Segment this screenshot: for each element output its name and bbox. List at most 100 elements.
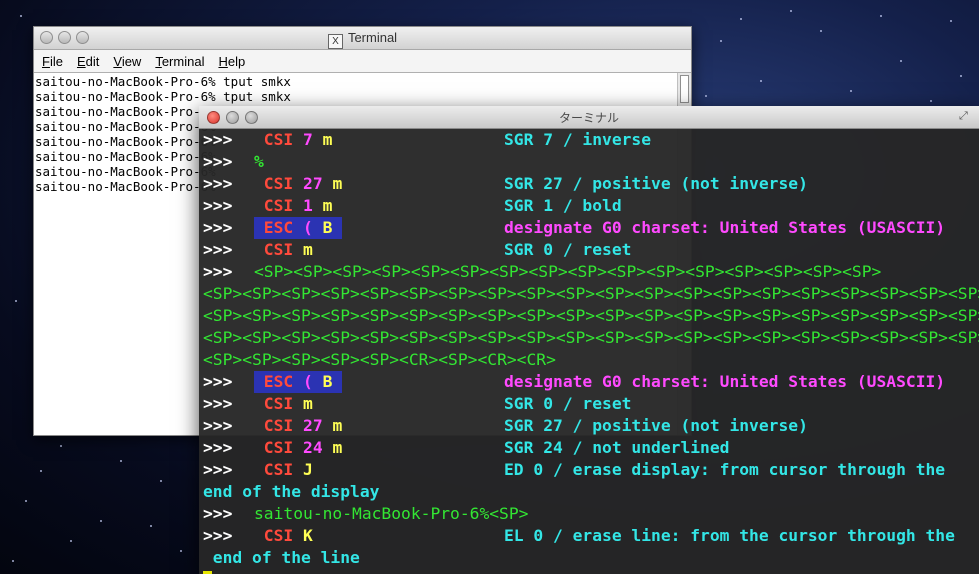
mac-terminal-window[interactable]: ターミナル ⤢ >>> CSI 7 m SGR 7 / inverse >>>% >… bbox=[199, 106, 979, 574]
prompt: >>> bbox=[203, 504, 233, 523]
terminal-line: >>> CSI 7 m SGR 7 / inverse bbox=[203, 129, 979, 151]
star bbox=[25, 500, 27, 502]
sequence-type: ESC bbox=[254, 372, 304, 391]
sequence-param: ( bbox=[303, 218, 323, 237]
star bbox=[40, 470, 42, 472]
terminal-line: >>> CSI K EL 0 / erase line: from the cu… bbox=[203, 525, 979, 547]
space-sequence: <SP><SP><SP><SP><SP><SP><SP><SP><SP><SP>… bbox=[203, 328, 979, 347]
prompt: >>> bbox=[203, 460, 233, 479]
sequence-type: CSI bbox=[254, 394, 304, 413]
sequence-description: SGR 27 / positive (not inverse) bbox=[504, 416, 808, 435]
prompt: >>> bbox=[203, 218, 233, 237]
menu-terminal[interactable]: Terminal bbox=[155, 54, 204, 69]
control-sequence: CSI 24 m bbox=[254, 437, 352, 459]
x11-icon: X bbox=[327, 34, 343, 49]
description-continued: end of the line bbox=[203, 548, 360, 567]
sequence-final: J bbox=[303, 460, 323, 479]
star bbox=[900, 60, 902, 62]
terminal-line: <SP><SP><SP><SP><SP><SP><SP><SP><SP><SP>… bbox=[203, 305, 979, 327]
star bbox=[880, 15, 882, 17]
sequence-description: SGR 1 / bold bbox=[504, 196, 622, 215]
sequence-param: 27 bbox=[303, 416, 333, 435]
star bbox=[160, 480, 162, 482]
menu-view[interactable]: View bbox=[113, 54, 141, 69]
star bbox=[15, 300, 17, 302]
terminal-line: >>> CSI m SGR 0 / reset bbox=[203, 393, 979, 415]
mac-titlebar[interactable]: ターミナル ⤢ bbox=[199, 106, 979, 129]
fullscreen-icon[interactable]: ⤢ bbox=[959, 110, 971, 122]
window-title-text: Terminal bbox=[347, 30, 398, 45]
menu-file[interactable]: File bbox=[42, 54, 63, 69]
prompt: >>> bbox=[203, 394, 233, 413]
sequence-description: SGR 0 / reset bbox=[504, 240, 632, 259]
star bbox=[70, 540, 72, 542]
sequence-param: 7 bbox=[303, 130, 323, 149]
sequence-final: m bbox=[332, 174, 353, 193]
sequence-type: ESC bbox=[254, 218, 304, 237]
menu-edit[interactable]: Edit bbox=[77, 54, 99, 69]
terminal-line: >>> ESC ( B designate G0 charset: United… bbox=[203, 371, 979, 393]
star bbox=[720, 40, 722, 42]
sequence-final: m bbox=[322, 130, 343, 149]
terminal-line: <SP><SP><SP><SP><SP><CR><SP><CR><CR> bbox=[203, 349, 979, 371]
sequence-param: 1 bbox=[303, 196, 323, 215]
xterm-menubar: File Edit View Terminal Help bbox=[34, 50, 691, 73]
sequence-description: EL 0 / erase line: from the cursor throu… bbox=[504, 526, 955, 545]
mac-terminal-output[interactable]: >>> CSI 7 m SGR 7 / inverse >>>% >>> CSI 2… bbox=[203, 129, 979, 574]
scrollbar-thumb[interactable] bbox=[680, 75, 689, 103]
prompt: >>> bbox=[203, 240, 233, 259]
prompt: >>> bbox=[203, 196, 233, 215]
sequence-type: CSI bbox=[254, 196, 304, 215]
space-sequence: <SP><SP><SP><SP><SP><SP><SP><SP><SP><SP>… bbox=[203, 284, 979, 303]
star bbox=[120, 460, 122, 462]
sequence-final: m bbox=[332, 416, 353, 435]
window-title: ターミナル bbox=[558, 111, 619, 125]
sequence-final: B bbox=[322, 218, 343, 237]
terminal-line: >>> CSI 27 m SGR 27 / positive (not inve… bbox=[203, 415, 979, 437]
sequence-type: CSI bbox=[254, 416, 304, 435]
cursor-line bbox=[203, 569, 979, 574]
control-sequence: CSI 7 m bbox=[254, 129, 342, 151]
prompt: >>> bbox=[203, 174, 233, 193]
star bbox=[930, 100, 932, 102]
terminal-line: >>> CSI m SGR 0 / reset bbox=[203, 239, 979, 261]
star bbox=[20, 15, 22, 17]
sequence-description: designate G0 charset: United States (USA… bbox=[504, 218, 946, 237]
sequence-final: m bbox=[332, 438, 353, 457]
star bbox=[100, 520, 102, 522]
sequence-type: CSI bbox=[254, 174, 304, 193]
star bbox=[850, 90, 852, 92]
terminal-line: >>> CSI 24 m SGR 24 / not underlined bbox=[203, 437, 979, 459]
terminal-line: >>> CSI J ED 0 / erase display: from cur… bbox=[203, 459, 979, 481]
prompt: >>> bbox=[203, 526, 233, 545]
terminal-line: >>> saitou-no-MacBook-Pro-6%<SP> bbox=[203, 503, 979, 525]
menu-help[interactable]: Help bbox=[218, 54, 245, 69]
prompt: >>> bbox=[203, 130, 233, 149]
terminal-line: end of the line bbox=[203, 547, 979, 569]
sequence-param: 24 bbox=[303, 438, 333, 457]
percent-output: % bbox=[254, 152, 264, 171]
control-sequence: CSI m bbox=[254, 239, 323, 261]
sequence-param: ( bbox=[303, 372, 323, 391]
space-sequence: <SP><SP><SP><SP><SP><SP><SP><SP><SP><SP>… bbox=[254, 262, 882, 281]
sequence-final: m bbox=[303, 240, 323, 259]
xterm-titlebar[interactable]: X Terminal bbox=[34, 27, 691, 50]
space-sequence: <SP><SP><SP><SP><SP><CR><SP><CR><CR> bbox=[203, 350, 556, 369]
description-continued: end of the display bbox=[203, 482, 380, 501]
terminal-line: >>> CSI 27 m SGR 27 / positive (not inve… bbox=[203, 173, 979, 195]
sequence-final: m bbox=[303, 394, 323, 413]
terminal-line: <SP><SP><SP><SP><SP><SP><SP><SP><SP><SP>… bbox=[203, 283, 979, 305]
control-sequence: ESC ( B bbox=[254, 217, 343, 239]
prompt: >>> bbox=[203, 152, 233, 171]
terminal-line: end of the display bbox=[203, 481, 979, 503]
star bbox=[740, 18, 742, 20]
sequence-final: m bbox=[322, 196, 343, 215]
star bbox=[150, 525, 152, 527]
host-prompt: saitou-no-MacBook-Pro-6%<SP> bbox=[254, 504, 529, 523]
prompt: >>> bbox=[203, 262, 233, 281]
terminal-line: saitou-no-MacBook-Pro-6% tput smkx bbox=[35, 89, 291, 104]
sequence-param: 27 bbox=[303, 174, 333, 193]
star bbox=[790, 10, 792, 12]
sequence-type: CSI bbox=[254, 438, 304, 457]
star bbox=[960, 75, 962, 77]
